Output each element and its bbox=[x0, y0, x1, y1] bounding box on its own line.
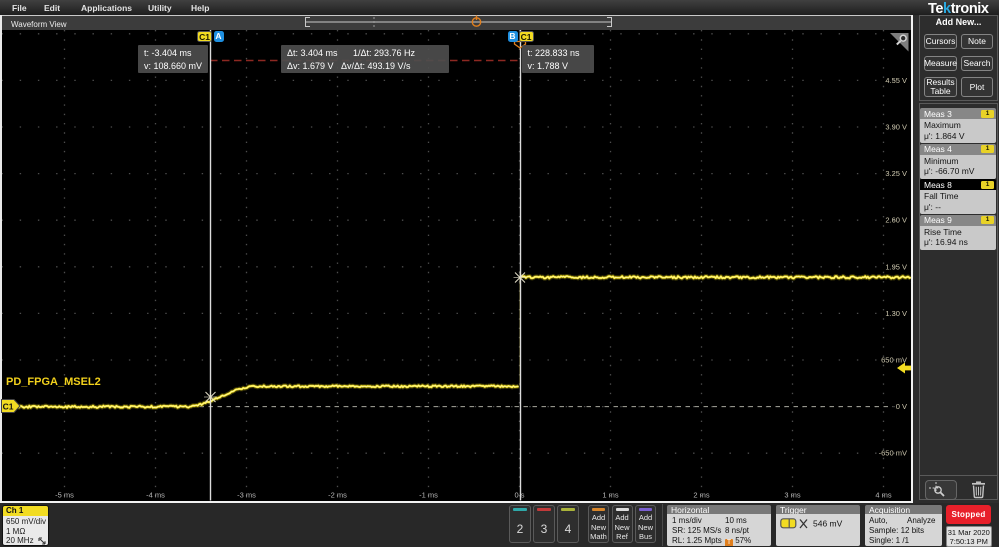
svg-text:4.55 V: 4.55 V bbox=[885, 76, 907, 85]
svg-text:-3 ms: -3 ms bbox=[237, 491, 256, 500]
svg-text:650 mV: 650 mV bbox=[881, 356, 907, 365]
svg-text:C1: C1 bbox=[3, 402, 14, 412]
svg-text:0 V: 0 V bbox=[896, 402, 907, 411]
svg-text:-4 ms: -4 ms bbox=[146, 491, 165, 500]
svg-text:-1 ms: -1 ms bbox=[419, 491, 438, 500]
svg-text:-650 mV: -650 mV bbox=[879, 449, 907, 458]
svg-text:0 s: 0 s bbox=[514, 491, 524, 500]
svg-text:1.95 V: 1.95 V bbox=[885, 262, 907, 271]
svg-text:2 ms: 2 ms bbox=[693, 491, 710, 500]
svg-text:1.30 V: 1.30 V bbox=[885, 309, 907, 318]
svg-text:3 ms: 3 ms bbox=[784, 491, 801, 500]
svg-text:3.90 V: 3.90 V bbox=[885, 123, 907, 132]
svg-text:1 ms: 1 ms bbox=[602, 491, 619, 500]
svg-text:2.60 V: 2.60 V bbox=[885, 216, 907, 225]
svg-text:546 mV: 546 mV bbox=[813, 518, 843, 528]
svg-text:-5 ms: -5 ms bbox=[55, 491, 74, 500]
svg-text:3.25 V: 3.25 V bbox=[885, 169, 907, 178]
svg-text:-2 ms: -2 ms bbox=[328, 491, 347, 500]
svg-text:4 ms: 4 ms bbox=[875, 491, 892, 500]
